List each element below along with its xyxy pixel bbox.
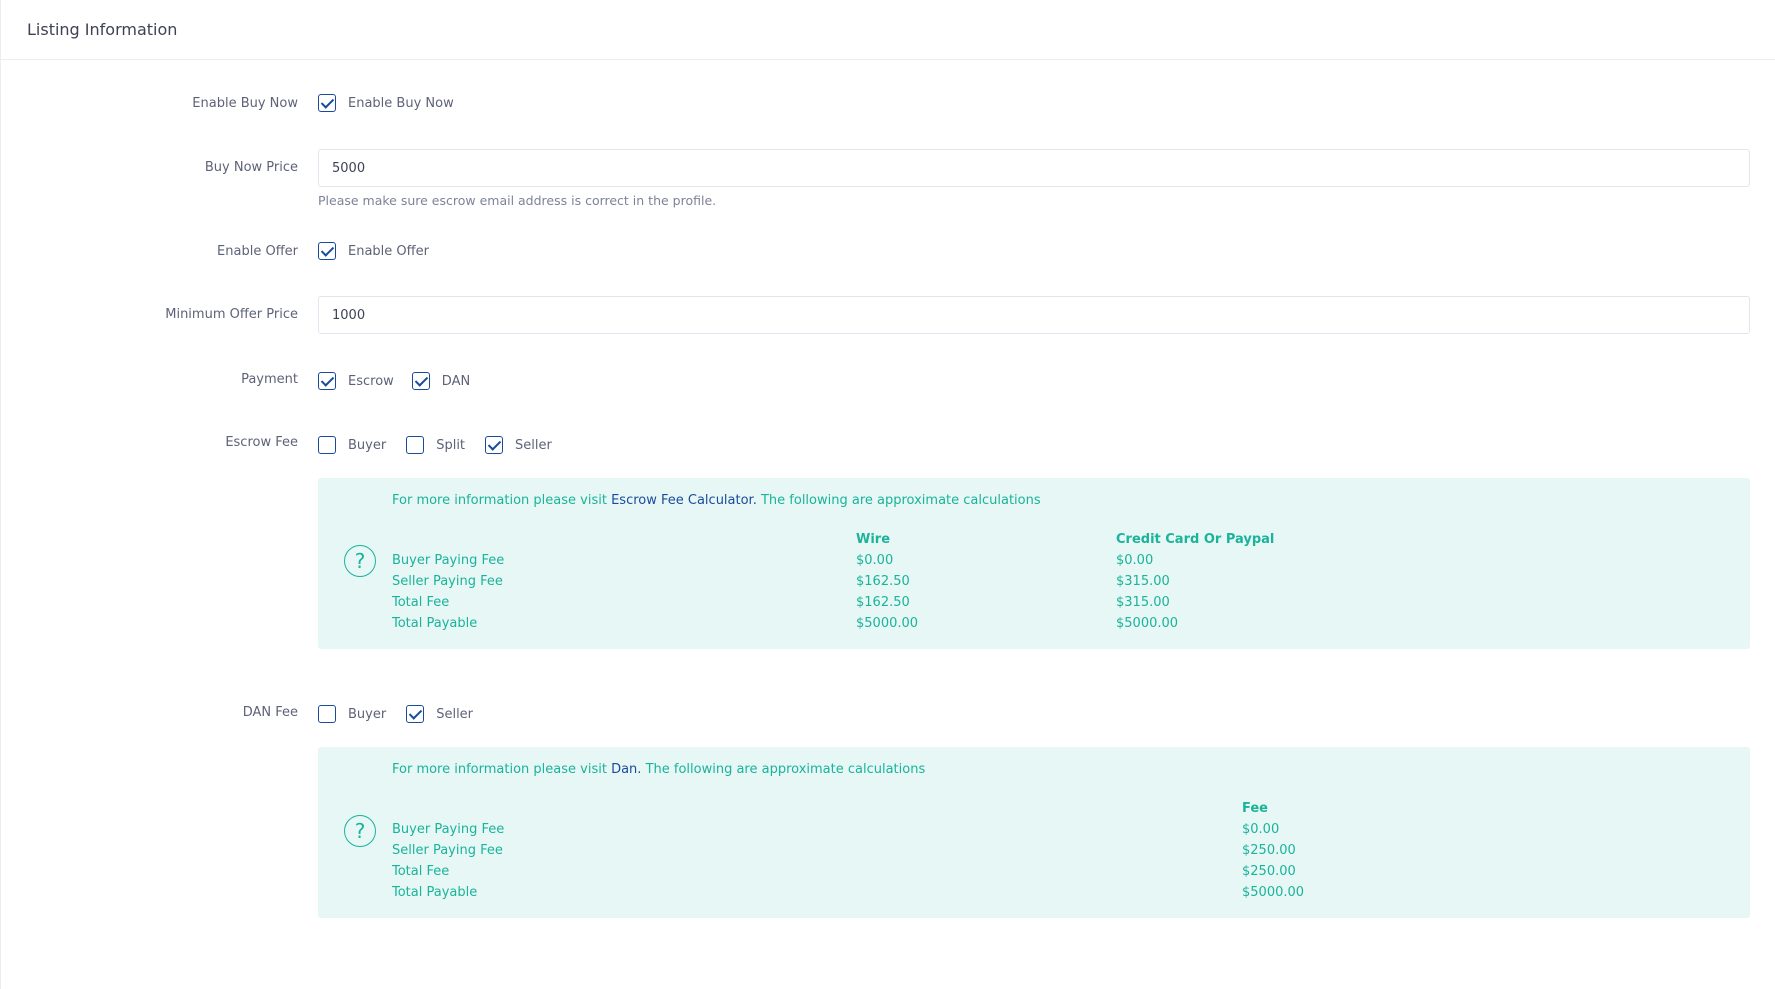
row-label: Buyer Paying Fee	[392, 822, 505, 837]
dan-fee-group: Buyer Seller	[318, 705, 493, 723]
dan-fee-seller-checkbox[interactable]: Seller	[406, 705, 473, 723]
question-circle-icon: ?	[344, 815, 376, 847]
page-title: Listing Information	[27, 20, 178, 39]
row-label: Total Payable	[392, 885, 478, 900]
checkbox-box[interactable]	[318, 372, 336, 390]
checkbox-label: Seller	[515, 437, 552, 453]
escrow-fee-info-box: ? For more information please visit Escr…	[318, 478, 1750, 649]
dan-fee-label: DAN Fee	[242, 705, 298, 720]
escrow-fee-label: Escrow Fee	[225, 435, 298, 450]
checkbox-box[interactable]	[485, 436, 504, 454]
buy-now-price-field: 5000 Please make sure escrow email addre…	[318, 149, 1750, 208]
table-cell: $315.00	[1116, 595, 1170, 610]
payment-dan-checkbox[interactable]: DAN	[411, 372, 471, 390]
table-cell: $5000.00	[1242, 885, 1305, 900]
row-label: Total Fee	[392, 864, 450, 879]
table-cell: $162.50	[856, 574, 910, 589]
escrow-fee-split-checkbox[interactable]: Split	[406, 436, 465, 454]
checkbox-label: Escrow	[348, 373, 394, 389]
enable-buy-now-checkbox[interactable]: Enable Buy Now	[318, 94, 454, 112]
dan-fee-info-text: For more information please visit Dan. T…	[392, 762, 925, 777]
row-label: Seller Paying Fee	[392, 574, 503, 589]
checkbox-box[interactable]	[406, 705, 425, 723]
column-header: Fee	[1242, 801, 1268, 816]
listing-information-card: Listing Information Enable Buy Now Enabl…	[0, 0, 1775, 989]
checkbox-box[interactable]	[406, 436, 425, 454]
buy-now-price-label: Buy Now Price	[204, 160, 298, 175]
minimum-offer-price-label: Minimum Offer Price	[165, 307, 298, 322]
info-suffix: The following are approximate calculatio…	[641, 762, 926, 777]
checkbox-label: Seller	[436, 706, 474, 722]
buy-now-price-input[interactable]: 5000	[318, 149, 1750, 187]
payment-label: Payment	[241, 372, 298, 387]
escrow-fee-calculator-link[interactable]: Escrow Fee Calculator.	[611, 493, 757, 508]
checkbox-label: Buyer	[348, 437, 387, 453]
escrow-fee-group: Buyer Split Seller	[318, 436, 572, 454]
table-cell: $315.00	[1116, 574, 1170, 589]
column-header: Credit Card Or Paypal	[1116, 532, 1275, 547]
checkbox-label: Enable Offer	[348, 243, 429, 259]
escrow-fee-buyer-checkbox[interactable]: Buyer	[318, 436, 386, 454]
payment-group: Escrow DAN	[318, 372, 490, 390]
checkbox-label: Split	[436, 437, 466, 453]
checkbox-label: Enable Buy Now	[348, 95, 454, 111]
checkbox-box[interactable]	[318, 436, 336, 454]
checkbox-label: Buyer	[348, 706, 387, 722]
dan-fee-info-box: ? For more information please visit Dan.…	[318, 747, 1750, 918]
table-cell: $5000.00	[1116, 616, 1179, 631]
payment-escrow-checkbox[interactable]: Escrow	[318, 372, 394, 390]
row-label: Buyer Paying Fee	[392, 553, 505, 568]
table-cell: $5000.00	[856, 616, 919, 631]
minimum-offer-price-field: 1000	[318, 296, 1750, 334]
escrow-fee-info-text: For more information please visit Escrow…	[392, 493, 1041, 508]
checkbox-label: DAN	[441, 373, 471, 389]
column-header: Wire	[856, 532, 891, 547]
table-cell: $162.50	[856, 595, 910, 610]
info-prefix: For more information please visit	[392, 762, 612, 777]
enable-offer-label: Enable Offer	[217, 244, 298, 259]
info-prefix: For more information please visit	[392, 493, 612, 508]
dan-fee-buyer-checkbox[interactable]: Buyer	[318, 705, 386, 723]
escrow-fee-seller-checkbox[interactable]: Seller	[485, 436, 552, 454]
minimum-offer-price-input[interactable]: 1000	[318, 296, 1750, 334]
table-cell: $0.00	[856, 553, 894, 568]
row-label: Total Fee	[392, 595, 450, 610]
buy-now-price-hint: Please make sure escrow email address is…	[318, 193, 717, 208]
table-cell: $250.00	[1242, 843, 1296, 858]
enable-offer-group: Enable Offer	[318, 242, 449, 260]
card-header: Listing Information	[1, 0, 1775, 60]
table-cell: $0.00	[1242, 822, 1280, 837]
enable-offer-checkbox[interactable]: Enable Offer	[318, 242, 429, 260]
table-cell: $0.00	[1116, 553, 1154, 568]
checkbox-box[interactable]	[318, 94, 336, 112]
checkbox-box[interactable]	[318, 705, 336, 723]
enable-buy-now-group: Enable Buy Now	[318, 94, 474, 112]
row-label: Total Payable	[392, 616, 478, 631]
checkbox-box[interactable]	[411, 372, 430, 390]
enable-buy-now-label: Enable Buy Now	[192, 96, 298, 111]
dan-link[interactable]: Dan.	[611, 762, 641, 777]
table-cell: $250.00	[1242, 864, 1296, 879]
question-circle-icon: ?	[344, 545, 376, 577]
row-label: Seller Paying Fee	[392, 843, 503, 858]
checkbox-box[interactable]	[318, 242, 336, 260]
info-suffix: The following are approximate calculatio…	[756, 493, 1041, 508]
